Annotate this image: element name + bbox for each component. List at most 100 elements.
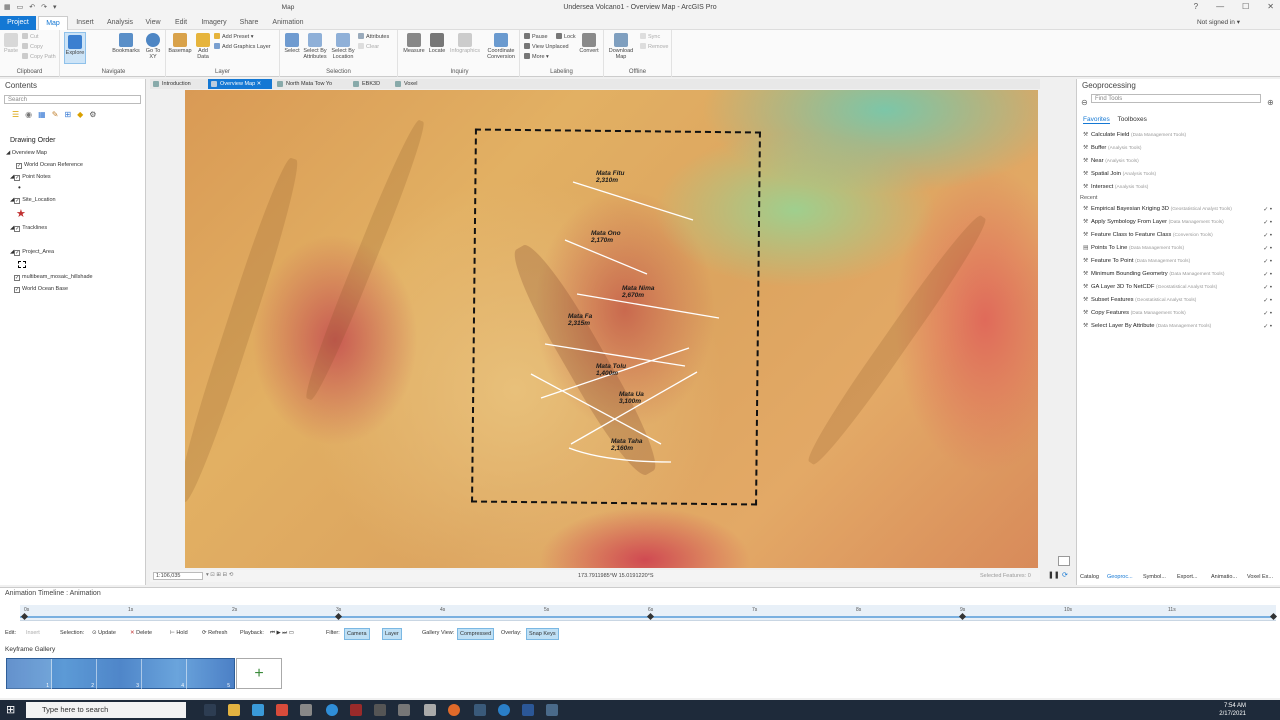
refresh-button[interactable]: ⟳ Refresh bbox=[202, 628, 227, 638]
system-clock[interactable]: 7:54 AM 2/17/2021 bbox=[1219, 702, 1246, 718]
peak-label[interactable]: Mata Ua 3,100m bbox=[619, 391, 644, 405]
tab-share[interactable]: Share bbox=[236, 16, 262, 30]
download-map-button[interactable]: Download Map bbox=[606, 33, 636, 60]
camera-filter-toggle[interactable]: Camera bbox=[344, 628, 370, 640]
run-status-icons[interactable]: ✓ • bbox=[1263, 258, 1272, 265]
tab-insert[interactable]: Insert bbox=[72, 16, 98, 30]
sync-button[interactable]: Sync bbox=[640, 33, 660, 41]
word-icon[interactable] bbox=[522, 704, 534, 716]
app-icon[interactable] bbox=[300, 704, 312, 716]
layer-overview-map[interactable]: ◢ Overview Map bbox=[6, 150, 47, 156]
tab-animation[interactable]: Animation bbox=[268, 16, 308, 30]
editing-icon[interactable]: ✎ bbox=[52, 110, 59, 119]
task-view-icon[interactable] bbox=[204, 704, 216, 716]
run-status-icons[interactable]: ✓ • bbox=[1263, 284, 1272, 291]
run-status-icons[interactable]: ✓ • bbox=[1263, 297, 1272, 304]
paste-button[interactable]: Paste bbox=[2, 33, 20, 54]
run-status-icons[interactable]: ✓ • bbox=[1263, 206, 1272, 213]
tab-map[interactable]: Map bbox=[38, 16, 68, 30]
add-icon[interactable]: ⊕ bbox=[1267, 98, 1274, 107]
tool-item[interactable]: ⚒ Spatial Join (Analysis Tools) bbox=[1083, 171, 1156, 177]
coordinate-conversion-button[interactable]: Coordinate Conversion bbox=[484, 33, 518, 60]
snapping-icon[interactable]: ⊞ bbox=[64, 110, 71, 119]
select-by-location-button[interactable]: Select By Location bbox=[330, 33, 356, 60]
tab-view[interactable]: View bbox=[142, 16, 164, 30]
run-status-icons[interactable]: ✓ • bbox=[1263, 310, 1272, 317]
layer-checkbox[interactable]: ✓ bbox=[14, 250, 21, 256]
peak-label[interactable]: Mata Nima 2,670m bbox=[622, 285, 655, 299]
layer-point-notes[interactable]: ◢✓ Point Notes bbox=[10, 174, 51, 181]
edge-browser-icon[interactable] bbox=[326, 704, 338, 716]
close-button[interactable]: ✕ bbox=[1267, 2, 1274, 11]
back-icon[interactable]: ⊖ bbox=[1081, 98, 1088, 107]
copy-button[interactable]: Copy bbox=[22, 43, 43, 51]
recent-tool-item[interactable]: ⚒ Minimum Bounding Geometry (Data Managem… bbox=[1083, 271, 1224, 277]
layer-checkbox[interactable]: ✓ bbox=[14, 175, 21, 181]
tool-item[interactable]: ⚒ Intersect (Analysis Tools) bbox=[1083, 184, 1148, 190]
remove-button[interactable]: Remove bbox=[640, 43, 668, 51]
goto-xy-button[interactable]: Go To XY bbox=[142, 33, 164, 60]
layer-checkbox[interactable]: ✓ bbox=[14, 287, 20, 293]
tab-toolboxes[interactable]: Toolboxes bbox=[1118, 116, 1147, 123]
run-status-icons[interactable]: ✓ • bbox=[1263, 323, 1272, 330]
tool-item[interactable]: ⚒ Near (Analysis Tools) bbox=[1083, 158, 1139, 164]
run-status-icons[interactable]: ✓ • bbox=[1263, 232, 1272, 239]
tab-imagery[interactable]: Imagery bbox=[198, 16, 230, 30]
drawing-order-icon[interactable]: ☰ bbox=[12, 110, 19, 119]
playback-controls[interactable]: ⏮ ▶ ⏭ ▭ bbox=[270, 628, 294, 638]
view-unplaced-button[interactable]: View Unplaced bbox=[524, 43, 569, 51]
find-tools-input[interactable]: Find Tools bbox=[1091, 94, 1261, 103]
hold-button[interactable]: ⊢ Hold bbox=[170, 628, 188, 638]
recent-tool-item[interactable]: ⚒ Apply Symbology From Layer (Data Manage… bbox=[1083, 219, 1224, 225]
layer-tracklines[interactable]: ◢✓ Tracklines bbox=[10, 225, 47, 232]
cut-button[interactable]: Cut bbox=[22, 33, 39, 41]
scale-selector[interactable]: 1:106,035 bbox=[153, 572, 203, 580]
infographics-button[interactable]: Infographics bbox=[448, 33, 482, 54]
timeline-ruler[interactable]: 0s 1s 2s 3s 4s 5s 6s 7s 8s 9s 10s 11s bbox=[20, 605, 1276, 621]
pause-labeling-button[interactable]: Pause bbox=[524, 33, 548, 41]
keyframe-thumbnail[interactable]: 1 bbox=[7, 659, 52, 690]
charts-icon[interactable]: ⚙ bbox=[89, 110, 96, 119]
dock-tab-animation[interactable]: Animatio... bbox=[1211, 574, 1237, 580]
recent-tool-item[interactable]: ⚒ Feature Class to Feature Class (Convers… bbox=[1083, 232, 1213, 238]
sign-in-status[interactable]: Not signed in ▾ bbox=[1197, 18, 1240, 26]
selection-icon[interactable]: ▦ bbox=[38, 110, 46, 119]
layer-project-area[interactable]: ◢✓ Project_Area bbox=[10, 249, 54, 256]
view-tab-voxel[interactable]: Voxel bbox=[392, 79, 432, 89]
tab-analysis[interactable]: Analysis bbox=[104, 16, 136, 30]
convert-button[interactable]: Convert bbox=[578, 33, 600, 54]
snap-keys-toggle[interactable]: Snap Keys bbox=[526, 628, 559, 640]
arcgis-pro-icon[interactable] bbox=[498, 704, 510, 716]
view-tab-overview-map[interactable]: Overview Map ✕ bbox=[208, 79, 272, 89]
keyframe-thumbnail[interactable]: 4 bbox=[142, 659, 187, 690]
help-button[interactable]: ? bbox=[1194, 2, 1198, 11]
tab-project[interactable]: Project bbox=[0, 16, 36, 30]
lock-labeling-button[interactable]: Lock bbox=[556, 33, 576, 41]
contents-search-input[interactable]: Search bbox=[4, 95, 141, 104]
compressed-view-toggle[interactable]: Compressed bbox=[457, 628, 495, 640]
minimize-button[interactable]: — bbox=[1216, 2, 1224, 11]
maximize-button[interactable]: ☐ bbox=[1242, 2, 1249, 11]
run-status-icons[interactable]: ✓ • bbox=[1263, 219, 1272, 226]
view-tab-introduction[interactable]: Introduction bbox=[150, 79, 206, 89]
keyframe-thumbnail[interactable]: 5 bbox=[187, 659, 232, 690]
select-button[interactable]: Select bbox=[282, 33, 302, 54]
explore-button[interactable]: Explore bbox=[64, 32, 86, 64]
app-icon[interactable] bbox=[252, 704, 264, 716]
recent-tool-item[interactable]: ⚒ Select Layer By Attribute (Data Managem… bbox=[1083, 323, 1211, 329]
dock-tab-export[interactable]: Export... bbox=[1177, 574, 1197, 580]
layer-checkbox[interactable]: ✓ bbox=[14, 275, 20, 281]
windows-start-icon[interactable]: ⊞ bbox=[6, 703, 15, 716]
tab-edit[interactable]: Edit bbox=[170, 16, 192, 30]
taskbar-search-input[interactable]: Type here to search bbox=[26, 702, 186, 718]
recent-tool-item[interactable]: ▤ Points To Line (Data Management Tools) bbox=[1083, 245, 1184, 251]
dock-tab-catalog[interactable]: Catalog bbox=[1080, 574, 1099, 580]
tool-item[interactable]: ⚒ Calculate Field (Data Management Tools) bbox=[1083, 132, 1186, 138]
add-data-button[interactable]: Add Data bbox=[194, 33, 212, 60]
more-labeling-button[interactable]: More ▾ bbox=[524, 53, 549, 61]
layer-multibeam-hillshade[interactable]: ✓ multibeam_mosaic_hillshade bbox=[14, 274, 93, 281]
basemap-button[interactable]: Basemap bbox=[168, 33, 192, 54]
bookmarks-button[interactable]: Bookmarks bbox=[112, 33, 140, 54]
clear-selection-button[interactable]: Clear bbox=[358, 43, 379, 51]
layer-world-ocean-base[interactable]: ✓ World Ocean Base bbox=[14, 286, 68, 293]
